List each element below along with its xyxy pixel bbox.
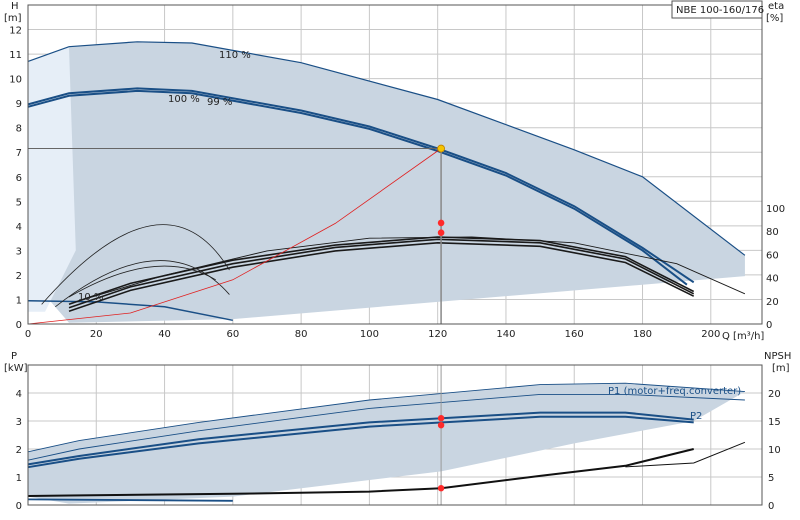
x-tick-label: 40 bbox=[158, 329, 171, 340]
p-tick-label: 2 bbox=[16, 445, 22, 456]
npsh-tick-label: 20 bbox=[768, 389, 781, 400]
npsh-curve-low bbox=[27, 494, 70, 497]
y-tick-label: 12 bbox=[9, 26, 22, 37]
power-point bbox=[437, 422, 445, 429]
p-tick-label: 0 bbox=[16, 501, 22, 512]
curve-label-10: 10 % bbox=[78, 292, 103, 303]
y-tick-label: 1 bbox=[16, 295, 22, 306]
curve-label-99: 99 % bbox=[207, 97, 232, 108]
chart-title: NBE 100-160/176 bbox=[676, 5, 764, 16]
y-tick-label: 4 bbox=[16, 222, 22, 233]
x-tick-label: 0 bbox=[25, 329, 31, 340]
npsh-tick-label: 10 bbox=[768, 445, 781, 456]
y2-tick-label: 20 bbox=[766, 297, 779, 308]
y-tick-label: 10 bbox=[9, 75, 22, 86]
operating-envelope bbox=[28, 41, 745, 323]
eta-axis-label: eta bbox=[768, 1, 784, 12]
operating-point bbox=[437, 144, 445, 153]
y-tick-label: 7 bbox=[16, 148, 22, 159]
npsh-axis-label: NPSH bbox=[764, 351, 791, 362]
h-axis-unit: [m] bbox=[4, 13, 22, 24]
p-tick-label: 1 bbox=[16, 473, 22, 484]
x-tick-label: 20 bbox=[90, 329, 103, 340]
y-tick-label: 3 bbox=[16, 246, 22, 257]
y2-tick-label: 60 bbox=[766, 250, 779, 261]
npsh-curve bbox=[625, 441, 746, 468]
x-tick-label: 60 bbox=[226, 329, 239, 340]
p-axis-unit: [kW] bbox=[4, 363, 28, 374]
y-tick-label: 8 bbox=[16, 124, 22, 135]
npsh-tick-label: 5 bbox=[768, 473, 774, 484]
npsh-point bbox=[437, 485, 445, 492]
eta-point bbox=[437, 219, 445, 227]
npsh-axis-unit: [m] bbox=[772, 363, 790, 374]
q-axis-label: Q [m³/h] bbox=[722, 331, 764, 342]
y-tick-label: 5 bbox=[16, 197, 22, 208]
head-eta-panel: 0 20 40 60 80 100 120 140 160 180 2000123456789101… bbox=[9, 4, 785, 340]
y-tick-label: 11 bbox=[9, 50, 22, 61]
npsh-tick-label: 15 bbox=[768, 417, 781, 428]
p-axis-label: P bbox=[11, 351, 17, 362]
x-tick-label: 100 bbox=[360, 329, 379, 340]
power-envelope bbox=[28, 383, 745, 504]
h-axis-label: H bbox=[11, 1, 19, 12]
x-tick-label: 160 bbox=[565, 329, 584, 340]
power-point bbox=[437, 415, 445, 422]
x-tick-label: 80 bbox=[295, 329, 308, 340]
p-tick-label: 3 bbox=[16, 417, 22, 428]
x-tick-label: 180 bbox=[633, 329, 652, 340]
eta-point bbox=[437, 229, 445, 237]
pump-performance-chart: 0 20 40 60 80 100 120 140 160 180 2000123456789101… bbox=[4, 0, 791, 512]
y2-tick-label: 80 bbox=[766, 227, 779, 238]
curve-label-110: 110 % bbox=[219, 50, 251, 61]
y2-tick-label: 40 bbox=[766, 274, 779, 285]
eta-axis-unit: [%] bbox=[766, 13, 783, 24]
x-tick-label: 120 bbox=[428, 329, 447, 340]
y-tick-label: 6 bbox=[16, 173, 22, 184]
y2-tick-label: 100 bbox=[766, 204, 785, 215]
x-tick-label: 140 bbox=[496, 329, 515, 340]
y-tick-label: 0 bbox=[16, 320, 22, 331]
p2-label: P2 bbox=[690, 411, 702, 422]
p1-label: P1 (motor+freq.converter) bbox=[608, 386, 741, 397]
y-tick-label: 2 bbox=[16, 271, 22, 282]
y2-tick-label: 0 bbox=[766, 320, 772, 331]
y-tick-label: 9 bbox=[16, 99, 22, 110]
x-tick-label: 200 bbox=[701, 329, 720, 340]
p-tick-label: 4 bbox=[16, 389, 22, 400]
curve-label-100: 100 % bbox=[168, 94, 200, 105]
npsh-tick-label: 0 bbox=[768, 501, 774, 512]
